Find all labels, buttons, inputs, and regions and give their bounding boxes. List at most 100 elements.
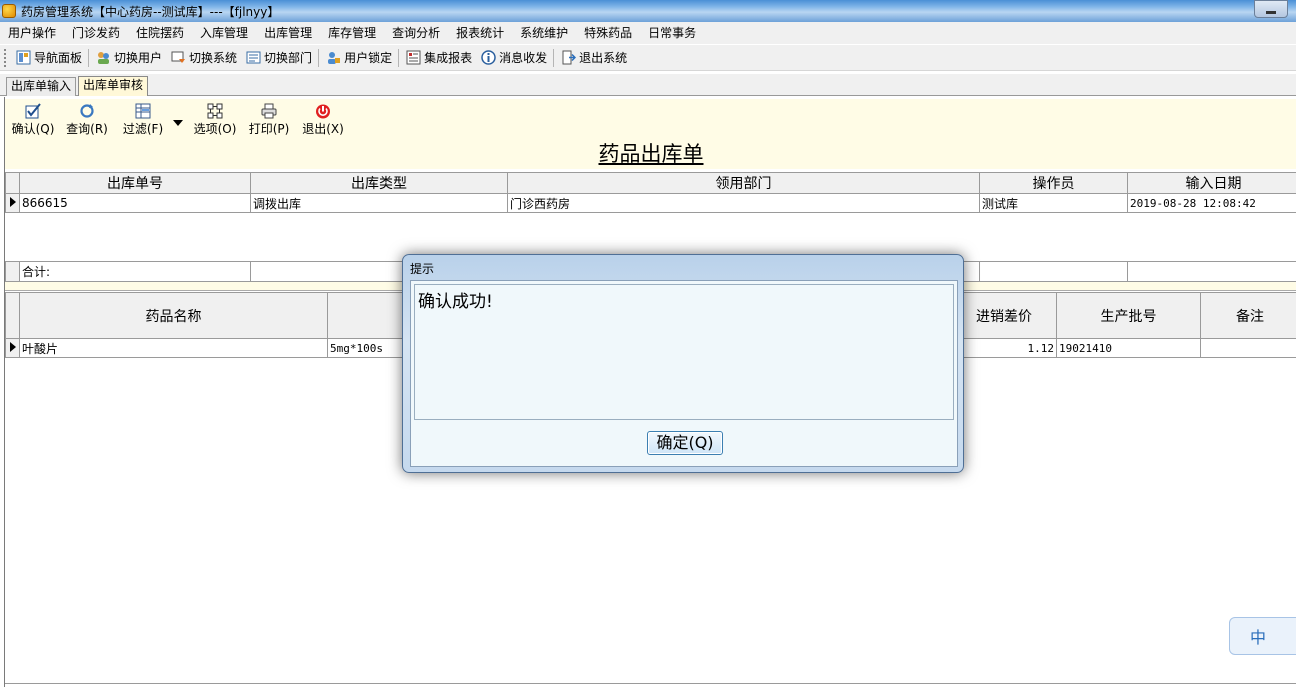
total-cell (1127, 261, 1296, 282)
power-exit-icon (316, 104, 330, 119)
lock-user-icon (325, 50, 341, 66)
menu-item-reports[interactable]: 报表统计 (448, 22, 512, 44)
app-icon (2, 4, 16, 18)
nav-panel-label: 导航面板 (34, 51, 83, 65)
confirm-label: 确认(Q) (11, 122, 55, 136)
filter-button[interactable]: 过滤(F) (121, 103, 165, 137)
operator-cell[interactable]: 测试库 (979, 193, 1128, 213)
integrated-report-label: 集成报表 (424, 51, 473, 65)
refresh-query-icon (80, 104, 94, 118)
confirm-check-icon (25, 103, 41, 119)
current-row-indicator (5, 338, 20, 358)
menu-item-special-drugs[interactable]: 特殊药品 (576, 22, 640, 44)
order-header-table: 出库单号 出库类型 领用部门 操作员 输入日期 866615 调拨出库 门诊西药… (5, 172, 1296, 213)
print-button[interactable]: 打印(P) (247, 103, 291, 137)
row-indicator-header (5, 292, 20, 339)
table-row[interactable]: 866615 调拨出库 门诊西药房 测试库 2019-08-28 12:08:4… (5, 193, 1296, 213)
column-header[interactable]: 生产批号 (1056, 292, 1201, 339)
ime-mode-label: 中 (1250, 628, 1267, 647)
dialog-message: 确认成功! (414, 284, 954, 420)
column-header[interactable]: 操作员 (979, 172, 1128, 194)
menu-item-stock-out[interactable]: 出库管理 (256, 22, 320, 44)
column-header[interactable]: 药品名称 (19, 292, 328, 339)
menu-item-stock-in[interactable]: 入库管理 (192, 22, 256, 44)
column-header[interactable]: 备注 (1200, 292, 1296, 339)
exit-icon (560, 50, 576, 66)
filter-dropdown-button[interactable] (173, 115, 183, 126)
toolbar-grip[interactable] (4, 48, 7, 67)
menu-item-daily-affairs[interactable]: 日常事务 (640, 22, 704, 44)
menu-item-maintenance[interactable]: 系统维护 (512, 22, 576, 44)
toolbar-separator (398, 48, 400, 67)
menu-item-user-ops[interactable]: 用户操作 (0, 22, 64, 44)
lock-user-button[interactable]: 用户锁定 (321, 47, 396, 69)
switch-department-button[interactable]: 切换部门 (241, 47, 316, 69)
query-button[interactable]: 查询(R) (65, 103, 109, 137)
menu-item-inpatient-dispense[interactable]: 住院摆药 (128, 22, 192, 44)
switch-department-icon (245, 50, 261, 66)
minimize-button[interactable] (1254, 0, 1288, 18)
column-header[interactable]: 输入日期 (1127, 172, 1296, 194)
filter-label: 过滤(F) (122, 122, 164, 136)
input-date-cell[interactable]: 2019-08-28 12:08:42 (1127, 193, 1296, 213)
ime-indicator[interactable]: 中 (1229, 617, 1296, 655)
table-header-row: 出库单号 出库类型 领用部门 操作员 输入日期 (5, 172, 1296, 194)
out-type-cell[interactable]: 调拨出库 (250, 193, 508, 213)
row-pointer-icon (9, 342, 16, 352)
current-row-indicator (5, 193, 20, 213)
drug-name-cell[interactable]: 叶酸片 (19, 338, 328, 358)
order-number-cell[interactable]: 866615 (19, 193, 251, 213)
menu-item-outpatient-dispense[interactable]: 门诊发药 (64, 22, 128, 44)
message-icon (480, 50, 496, 66)
exit-button[interactable]: 退出(X) (301, 103, 345, 137)
department-cell[interactable]: 门诊西药房 (507, 193, 980, 213)
options-icon (207, 103, 223, 119)
tab-stock-out-input[interactable]: 出库单输入 (6, 77, 77, 96)
batch-number-cell[interactable]: 19021410 (1056, 338, 1201, 358)
toolbar-separator (553, 48, 555, 67)
navigation-icon (15, 50, 31, 66)
integrated-report-button[interactable]: 集成报表 (401, 47, 476, 69)
menu-bar: 用户操作 门诊发药 住院摆药 入库管理 出库管理 库存管理 查询分析 报表统计 … (0, 22, 1296, 44)
exit-label: 退出(X) (302, 122, 344, 136)
switch-system-label: 切换系统 (189, 51, 238, 65)
column-header[interactable]: 进销差价 (951, 292, 1057, 339)
switch-system-button[interactable]: 切换系统 (166, 47, 241, 69)
toolbar-separator (88, 48, 90, 67)
menu-item-query[interactable]: 查询分析 (384, 22, 448, 44)
form-title: 药品出库单 (5, 139, 1296, 169)
nav-panel-button[interactable]: 导航面板 (11, 47, 86, 69)
dialog-ok-button[interactable]: 确定(Q) (647, 431, 723, 455)
switch-user-button[interactable]: 切换用户 (91, 47, 166, 69)
dropdown-arrow-icon (173, 120, 183, 126)
options-label: 选项(O) (193, 122, 237, 136)
message-button[interactable]: 消息收发 (476, 47, 551, 69)
switch-user-label: 切换用户 (114, 51, 163, 65)
column-header[interactable]: 领用部门 (507, 172, 980, 194)
action-toolbar: 确认(Q) 查询(R) 过滤(F) 选项(O) 打印(P) 退出(X) (5, 99, 1296, 139)
column-header[interactable]: 出库类型 (250, 172, 508, 194)
dialog-title: 提示 (410, 262, 435, 276)
remark-cell[interactable] (1200, 338, 1296, 358)
switch-department-label: 切换部门 (264, 51, 313, 65)
exit-system-label: 退出系统 (579, 51, 628, 65)
switch-user-icon (95, 50, 111, 66)
grid-bottom-line (5, 683, 1296, 684)
main-toolbar: 导航面板 切换用户 切换系统 切换部门 用户锁定 集成报表 消息收发 退出系统 (0, 45, 1296, 71)
exit-system-button[interactable]: 退出系统 (556, 47, 631, 69)
toolbar-separator (318, 48, 320, 67)
switch-system-icon (170, 50, 186, 66)
window-title: 药房管理系统【中心药房--测试库】---【fjlnyy】 (21, 4, 280, 19)
lock-user-label: 用户锁定 (344, 51, 393, 65)
options-button[interactable]: 选项(O) (193, 103, 237, 137)
document-tabs: 出库单输入 出库单审核 (0, 74, 1296, 96)
minimize-icon (1266, 10, 1276, 14)
row-indicator-header (5, 172, 20, 194)
confirm-button[interactable]: 确认(Q) (11, 103, 55, 137)
price-diff-cell[interactable]: 1.12 (951, 338, 1057, 358)
print-label: 打印(P) (248, 122, 290, 136)
dialog-body: 确认成功! 确定(Q) (410, 280, 958, 467)
column-header[interactable]: 出库单号 (19, 172, 251, 194)
menu-item-inventory[interactable]: 库存管理 (320, 22, 384, 44)
tab-stock-out-review[interactable]: 出库单审核 (78, 76, 149, 96)
